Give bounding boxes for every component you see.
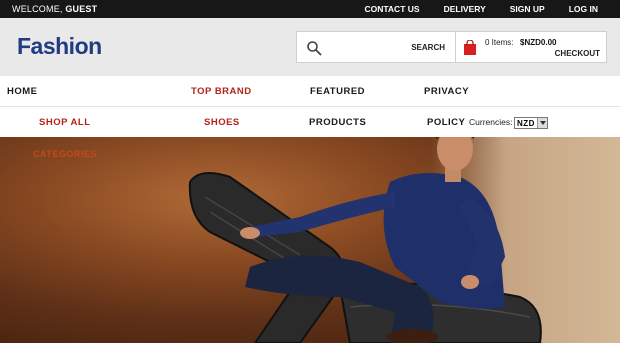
- top-links: CONTACT US DELIVERY SIGN UP LOG IN: [364, 4, 598, 14]
- hero-banner[interactable]: CATEGORIES: [0, 137, 620, 343]
- cart-box[interactable]: 0 Items: $NZD0.00 CHECKOUT: [456, 31, 607, 63]
- primary-nav: HOME TOP BRAND FEATURED PRIVACY: [0, 76, 620, 107]
- nav-policy[interactable]: POLICY: [427, 117, 465, 128]
- nav-top-brand[interactable]: TOP BRAND: [191, 86, 252, 97]
- secondary-nav: SHOP ALL SHOES PRODUCTS POLICY Currencie…: [0, 107, 620, 137]
- nav-shoes[interactable]: SHOES: [204, 117, 240, 128]
- currency-select[interactable]: NZD: [514, 117, 548, 129]
- search-box[interactable]: SEARCH: [296, 31, 456, 63]
- nav-home[interactable]: HOME: [7, 86, 38, 97]
- categories-label[interactable]: CATEGORIES: [33, 149, 97, 159]
- contact-us-link[interactable]: CONTACT US: [364, 4, 419, 14]
- welcome-message: WELCOME, GUEST: [12, 4, 97, 14]
- log-in-link[interactable]: LOG IN: [569, 4, 598, 14]
- currency-selected-value: NZD: [517, 119, 535, 128]
- cart-total: $NZD0.00: [520, 38, 557, 47]
- nav-shop-all[interactable]: SHOP ALL: [39, 117, 91, 128]
- checkout-button[interactable]: CHECKOUT: [555, 49, 600, 58]
- site-logo[interactable]: Fashion: [17, 33, 102, 60]
- sign-up-link[interactable]: SIGN UP: [510, 4, 545, 14]
- welcome-user: GUEST: [65, 4, 98, 14]
- nav-featured[interactable]: FEATURED: [310, 86, 365, 97]
- nav-privacy[interactable]: PRIVACY: [424, 86, 469, 97]
- currency-label: Currencies:: [469, 117, 513, 127]
- welcome-label: WELCOME,: [12, 4, 63, 14]
- nav-products[interactable]: PRODUCTS: [309, 117, 366, 128]
- search-icon[interactable]: [306, 40, 322, 56]
- top-bar: WELCOME, GUEST CONTACT US DELIVERY SIGN …: [0, 0, 620, 18]
- search-button[interactable]: SEARCH: [411, 43, 445, 52]
- hero-image: [188, 137, 542, 343]
- delivery-link[interactable]: DELIVERY: [444, 4, 486, 14]
- cart-items-count: 0 Items:: [485, 38, 514, 47]
- shopping-bag-icon[interactable]: [463, 40, 477, 56]
- dropdown-arrow-icon[interactable]: [537, 118, 547, 128]
- site-header: Fashion SEARCH 0 Items: $NZD0.00 CHECKOU…: [0, 18, 620, 76]
